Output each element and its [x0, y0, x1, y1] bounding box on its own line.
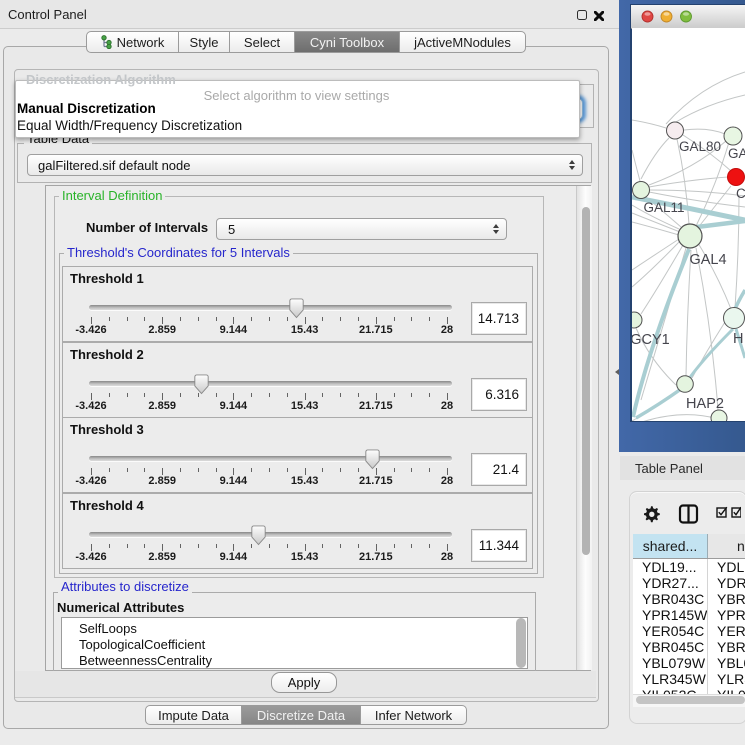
- svg-text:C: C: [736, 186, 745, 201]
- svg-text:GAL4: GAL4: [689, 252, 726, 268]
- svg-text:HAP2: HAP2: [686, 396, 724, 412]
- svg-text:GCY1: GCY1: [632, 332, 670, 348]
- svg-text:GAL80: GAL80: [679, 139, 721, 154]
- svg-text:GA: GA: [728, 146, 745, 161]
- svg-text:H: H: [733, 331, 743, 347]
- svg-text:GAL11: GAL11: [643, 200, 684, 215]
